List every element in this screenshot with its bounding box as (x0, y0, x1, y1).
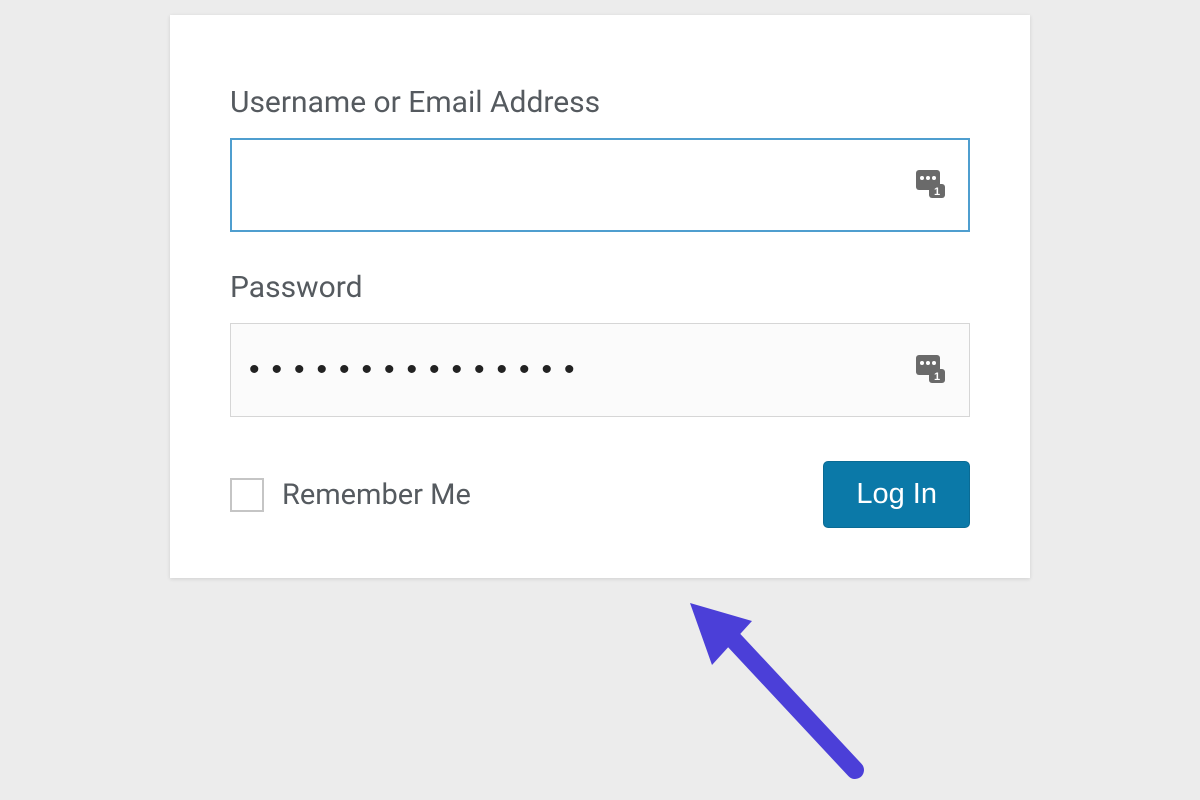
login-button[interactable]: Log In (823, 461, 970, 528)
password-input-wrap: 1 (230, 323, 970, 417)
bottom-row: Remember Me Log In (230, 461, 970, 528)
svg-text:1: 1 (934, 371, 940, 383)
svg-text:1: 1 (934, 186, 940, 198)
remember-me-wrap: Remember Me (230, 478, 471, 512)
username-input-wrap: 1 (230, 138, 970, 232)
login-panel: Username or Email Address 1 Password (170, 15, 1030, 578)
password-input[interactable] (230, 323, 970, 417)
remember-me-checkbox[interactable] (230, 478, 264, 512)
username-field-group: Username or Email Address 1 (230, 85, 970, 232)
username-input[interactable] (230, 138, 970, 232)
password-label: Password (230, 270, 970, 305)
pointer-arrow-icon (680, 595, 900, 795)
password-manager-icon[interactable]: 1 (914, 168, 948, 202)
password-field-group: Password 1 (230, 270, 970, 417)
remember-me-label: Remember Me (282, 478, 471, 512)
password-manager-icon[interactable]: 1 (914, 353, 948, 387)
username-label: Username or Email Address (230, 85, 970, 120)
